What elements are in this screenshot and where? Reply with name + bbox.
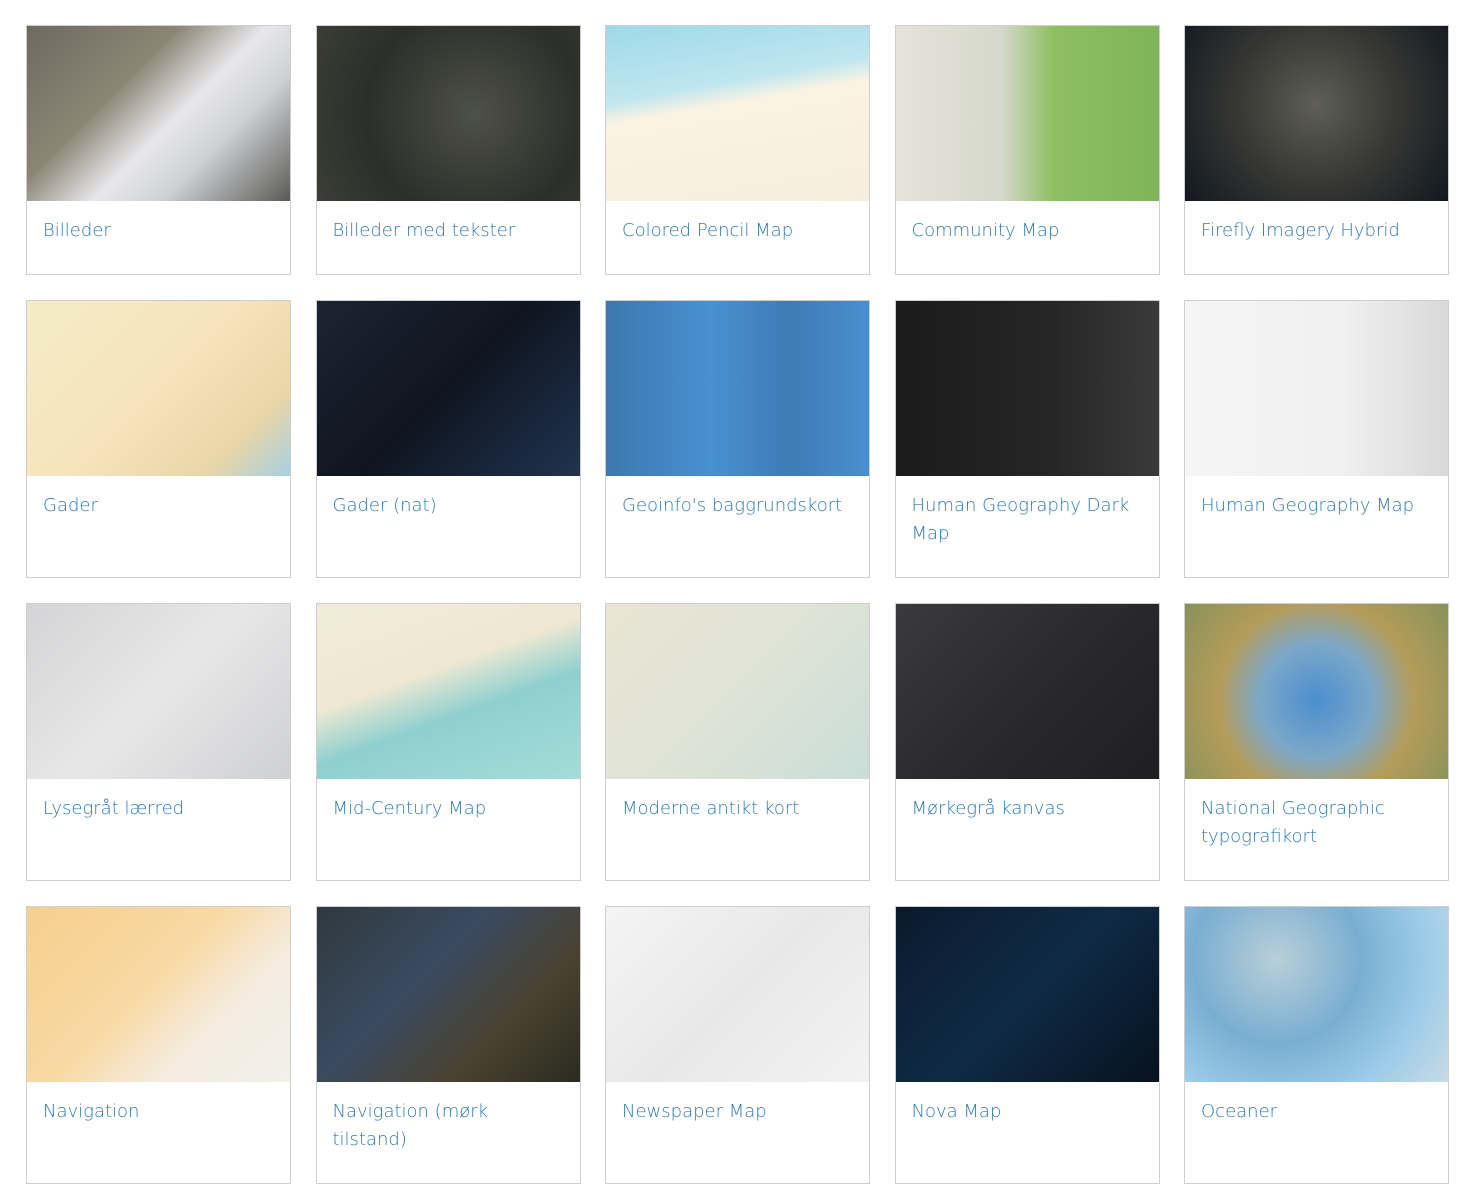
basemap-card[interactable]: Mørkegrå kanvas — [894, 603, 1160, 881]
basemap-thumbnail[interactable] — [606, 907, 869, 1082]
basemap-thumbnail[interactable] — [606, 301, 869, 476]
basemap-thumbnail[interactable] — [1185, 26, 1448, 201]
basemap-title[interactable]: Moderne antikt kort — [606, 779, 869, 852]
basemap-thumbnail[interactable] — [895, 604, 1159, 779]
basemap-thumbnail[interactable] — [895, 301, 1159, 476]
basemap-thumbnail[interactable] — [27, 301, 290, 476]
basemap-thumbnail[interactable] — [606, 26, 869, 201]
basemap-thumbnail[interactable] — [316, 301, 580, 476]
basemap-title[interactable]: Human Geography Dark Map — [896, 476, 1159, 577]
basemap-thumbnail[interactable] — [1185, 301, 1448, 476]
basemap-card[interactable]: Gader (nat) — [315, 300, 581, 578]
basemap-title[interactable]: Billeder med tekster — [317, 201, 580, 274]
basemap-thumbnail[interactable] — [316, 604, 580, 779]
basemap-card[interactable]: Navigation (mørk tilstand) — [315, 906, 581, 1184]
basemap-thumbnail[interactable] — [895, 907, 1159, 1082]
basemap-title[interactable]: Navigation (mørk tilstand) — [317, 1082, 580, 1183]
basemap-thumbnail[interactable] — [606, 604, 869, 779]
basemap-card[interactable]: Mid-Century Map — [315, 603, 581, 881]
basemap-thumbnail[interactable] — [27, 26, 290, 201]
basemap-title[interactable]: Geoinfo's baggrundskort — [606, 476, 869, 549]
basemap-title[interactable]: Oceaner — [1185, 1082, 1448, 1155]
basemap-gallery: Billeder Billeder med tekster Colored Penc… — [26, 25, 1449, 1184]
basemap-thumbnail[interactable] — [27, 907, 290, 1082]
basemap-title[interactable]: Human Geography Map — [1185, 476, 1448, 549]
basemap-card[interactable]: Gader — [26, 300, 291, 578]
basemap-title[interactable]: Billeder — [27, 201, 290, 274]
basemap-title[interactable]: Community Map — [896, 201, 1159, 274]
basemap-card[interactable]: Geoinfo's baggrundskort — [605, 300, 870, 578]
basemap-card[interactable]: Billeder — [26, 25, 291, 275]
basemap-title[interactable]: Newspaper Map — [606, 1082, 869, 1155]
basemap-card[interactable]: Human Geography Dark Map — [894, 300, 1160, 578]
basemap-card[interactable]: Human Geography Map — [1184, 300, 1449, 578]
basemap-card[interactable]: Community Map — [894, 25, 1160, 275]
basemap-thumbnail[interactable] — [316, 26, 580, 201]
basemap-title[interactable]: Gader (nat) — [317, 476, 580, 549]
basemap-thumbnail[interactable] — [316, 907, 580, 1082]
basemap-title[interactable]: Mid-Century Map — [317, 779, 580, 852]
basemap-title[interactable]: Nova Map — [896, 1082, 1159, 1155]
basemap-card[interactable]: Lysegråt lærred — [26, 603, 291, 881]
basemap-title[interactable]: Firefly Imagery Hybrid — [1185, 201, 1448, 274]
basemap-card[interactable]: National Geographic typografikort — [1184, 603, 1449, 881]
basemap-card[interactable]: Moderne antikt kort — [605, 603, 870, 881]
basemap-title[interactable]: Colored Pencil Map — [606, 201, 869, 274]
basemap-title[interactable]: Gader — [27, 476, 290, 549]
basemap-card[interactable]: Firefly Imagery Hybrid — [1184, 25, 1449, 275]
basemap-card[interactable]: Oceaner — [1184, 906, 1449, 1184]
basemap-thumbnail[interactable] — [1185, 604, 1448, 779]
basemap-thumbnail[interactable] — [27, 604, 290, 779]
basemap-title[interactable]: Mørkegrå kanvas — [896, 779, 1159, 852]
basemap-title[interactable]: Navigation — [27, 1082, 290, 1155]
basemap-thumbnail[interactable] — [1185, 907, 1448, 1082]
basemap-card[interactable]: Billeder med tekster — [315, 25, 581, 275]
basemap-card[interactable]: Newspaper Map — [605, 906, 870, 1184]
basemap-title[interactable]: National Geographic typografikort — [1185, 779, 1448, 880]
basemap-card[interactable]: Nova Map — [894, 906, 1160, 1184]
basemap-thumbnail[interactable] — [895, 26, 1159, 201]
basemap-card[interactable]: Colored Pencil Map — [605, 25, 870, 275]
basemap-title[interactable]: Lysegråt lærred — [27, 779, 290, 852]
basemap-card[interactable]: Navigation — [26, 906, 291, 1184]
